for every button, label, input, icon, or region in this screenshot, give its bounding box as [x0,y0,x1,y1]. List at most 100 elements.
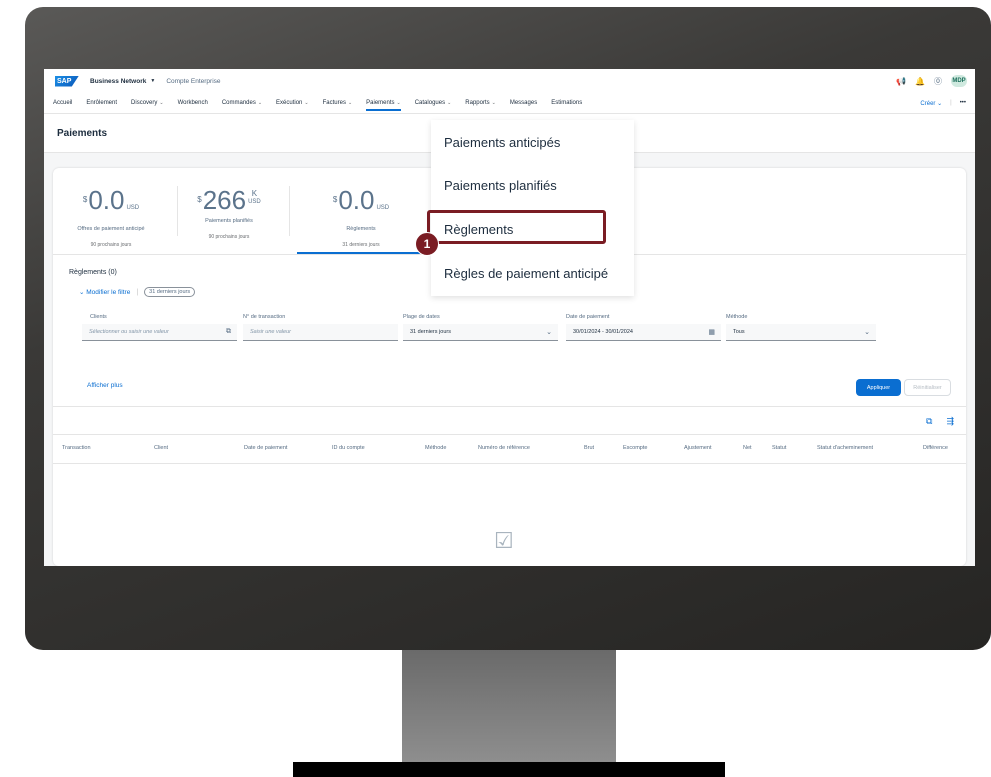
payments-dropdown-menu: Paiements anticipés Paiements planifiés … [431,120,634,296]
calendar-icon[interactable]: ▦ [708,328,715,336]
tile-early-payment-offers[interactable]: $0.0 USD Offres de paiement anticipé 90 p… [61,178,161,248]
clients-placeholder: Sélectionner ou saisir une valeur [89,329,169,335]
nav-label: Workbench [177,100,208,106]
tile-unit: USD [126,205,140,211]
column-header[interactable]: Numéro de référence [478,445,530,451]
apply-button[interactable]: Appliquer [856,379,901,396]
nav-label: Exécution [276,100,303,106]
tile-amount: 266 [202,185,247,215]
column-header[interactable]: ID du compte [332,445,365,451]
create-button[interactable]: Créer ⌄ [920,100,942,107]
column-header[interactable]: Différence [923,445,948,451]
help-icon[interactable]: ⓪ [934,76,942,87]
tile-unit: USD [376,205,390,211]
column-header[interactable]: Transaction [62,445,91,451]
date-range-label: Plage de dates [403,314,440,320]
step-badge: 1 [415,232,439,256]
main-nav: Accueil Enrôlement Discovery ⌄ Workbench … [44,93,975,114]
chevron-down-icon: ⌄ [159,100,164,106]
column-settings-icon[interactable]: ⇶ [946,416,954,427]
nav-item-estimations[interactable]: Estimations [551,100,582,106]
chevron-down-icon: ⌄ [396,100,401,106]
nav-item-rapports[interactable]: Rapports ⌄ [465,100,496,106]
nav-label: Paiements [366,100,395,106]
export-icon[interactable]: ⧉ [926,416,932,427]
show-more-link[interactable]: Afficher plus [87,382,123,389]
nav-item-discovery[interactable]: Discovery ⌄ [131,100,164,106]
divider: | [136,288,139,296]
transaction-placeholder: Saisir une valeur [250,329,291,335]
menu-item-scheduled-payments[interactable]: Paiements planifiés [444,178,557,193]
date-range-value: 31 derniers jours [410,329,451,335]
chevron-down-icon: ▼ [150,78,156,84]
divider [177,186,178,236]
shell-actions: 📢 🔔 ⓪ MDP [896,75,967,87]
reset-button[interactable]: Réinitialiser [904,379,951,396]
megaphone-icon[interactable]: 📢 [896,77,906,86]
column-header[interactable]: Ajustement [684,445,712,451]
tile-value: $0.0 USD [61,186,161,222]
column-header[interactable]: Escompte [623,445,647,451]
method-select[interactable]: Tous ⌄ [726,324,876,341]
payment-date-picker[interactable]: 30/01/2024 - 30/01/2024 ▦ [566,324,721,341]
nav-item-enrolement[interactable]: Enrôlement [86,100,117,106]
nav-item-accueil[interactable]: Accueil [53,100,72,106]
tile-settlements[interactable]: $0.0 USD Règlements 31 derniers jours [311,178,411,248]
monitor-base [293,762,725,777]
page-title: Paiements [57,128,108,139]
clients-label: Clients [90,314,107,320]
nav-item-messages[interactable]: Messages [510,100,537,106]
bell-icon[interactable]: 🔔 [915,77,925,86]
column-header[interactable]: Client [154,445,168,451]
tile-period: 31 derniers jours [342,242,380,248]
nav-item-factures[interactable]: Factures ⌄ [323,100,353,106]
nav-label: Accueil [53,100,73,106]
nav-label: Discovery [131,100,158,106]
nav-item-paiements[interactable]: Paiements ⌄ [366,100,401,111]
list-title: Règlements (0) [69,269,117,276]
column-header[interactable]: Statut d'acheminement [817,445,873,451]
currency-symbol: $ [332,195,338,204]
modify-filter-link[interactable]: ⌄ Modifier le filtre [79,288,130,296]
tile-period: 90 prochains jours [90,242,132,248]
step-highlight [427,210,606,244]
filter-chip[interactable]: 31 derniers jours [144,287,196,297]
value-help-icon[interactable]: ⧉ [226,328,231,336]
tile-unit: USD [248,199,261,205]
nav-item-workbench[interactable]: Workbench [178,100,208,106]
chevron-down-icon: ⌄ [257,100,263,106]
account-label: Compte Enterprise [166,77,221,85]
column-header[interactable]: Méthode [425,445,446,451]
tile-unit-stack: K USD [248,190,261,206]
filter-summary: ⌄ Modifier le filtre | 31 derniers jours [79,287,196,297]
menu-item-early-payment-rules[interactable]: Règles de paiement anticipé [444,266,608,281]
avatar[interactable]: MDP [951,75,967,87]
more-button[interactable]: ••• [960,100,966,106]
table-toolbar: ⧉ ⇶ [926,416,954,427]
monitor-stand [402,650,616,762]
payment-date-label: Date de paiement [566,314,610,320]
currency-symbol: $ [197,195,202,204]
column-header[interactable]: Statut [772,445,786,451]
tile-scheduled-payments[interactable]: $266 K USD Paiements planifiés 90 prochain… [179,178,279,246]
column-header[interactable]: Date de paiement [244,445,287,451]
menu-item-early-payments[interactable]: Paiements anticipés [444,135,560,150]
sap-logo[interactable]: SAP [55,75,79,87]
transaction-input[interactable]: Saisir une valeur [243,324,398,341]
currency-symbol: $ [82,195,88,204]
product-switcher[interactable]: Business Network ▼ [90,78,155,85]
nav-item-catalogues[interactable]: Catalogues ⌄ [415,100,452,106]
method-value: Tous [733,329,745,335]
clients-input[interactable]: Sélectionner ou saisir une valeur ⧉ [82,324,237,341]
tile-value: $266 K USD [179,186,279,214]
column-header[interactable]: Brut [584,445,594,451]
nav-label: Rapports [465,100,490,106]
column-header[interactable]: Net [743,445,752,451]
chevron-down-icon: ⌄ [546,329,552,336]
date-range-select[interactable]: 31 derniers jours ⌄ [403,324,558,341]
tile-value: $0.0 USD [311,186,411,222]
nav-item-execution[interactable]: Exécution ⌄ [276,100,309,106]
tile-label: Offres de paiement anticipé [77,226,145,232]
nav-item-commandes[interactable]: Commandes ⌄ [222,100,262,106]
tile-label: Paiements planifiés [205,218,253,224]
